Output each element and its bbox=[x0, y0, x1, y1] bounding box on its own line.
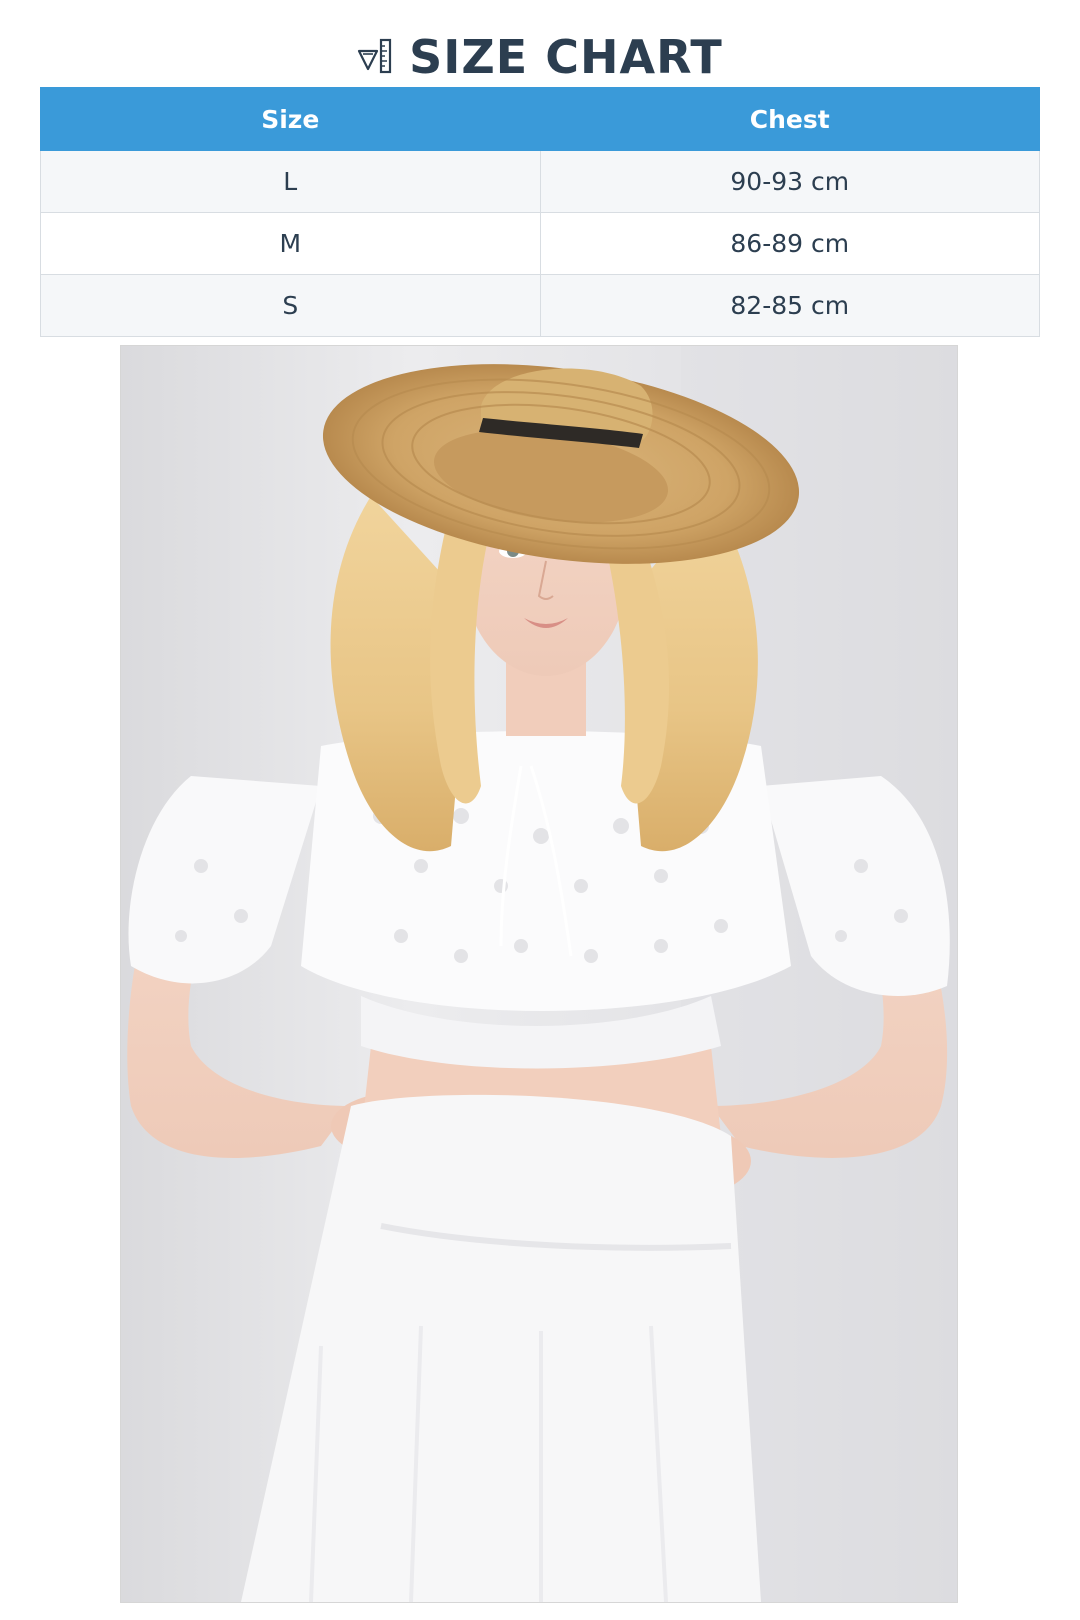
ruler-icon bbox=[357, 37, 395, 77]
column-header-chest: Chest bbox=[539, 87, 1040, 151]
table-row: L 90-93 cm bbox=[40, 150, 1040, 213]
table-row: M 86-89 cm bbox=[40, 212, 1040, 275]
chest-cell: 90-93 cm bbox=[539, 150, 1040, 213]
chest-cell: 82-85 cm bbox=[539, 274, 1040, 337]
table-header-row: Size Chest bbox=[40, 87, 1040, 151]
page-title: SIZE CHART bbox=[409, 30, 723, 84]
model-photo bbox=[120, 345, 958, 1603]
size-cell: S bbox=[40, 274, 541, 337]
chest-cell: 86-89 cm bbox=[539, 212, 1040, 275]
size-chart-title-row: SIZE CHART bbox=[0, 24, 1080, 90]
size-chart-table: Size Chest L 90-93 cm M 86-89 cm S 82-85… bbox=[40, 87, 1040, 337]
column-header-size: Size bbox=[40, 87, 541, 151]
size-cell: L bbox=[40, 150, 541, 213]
size-cell: M bbox=[40, 212, 541, 275]
table-row: S 82-85 cm bbox=[40, 274, 1040, 337]
